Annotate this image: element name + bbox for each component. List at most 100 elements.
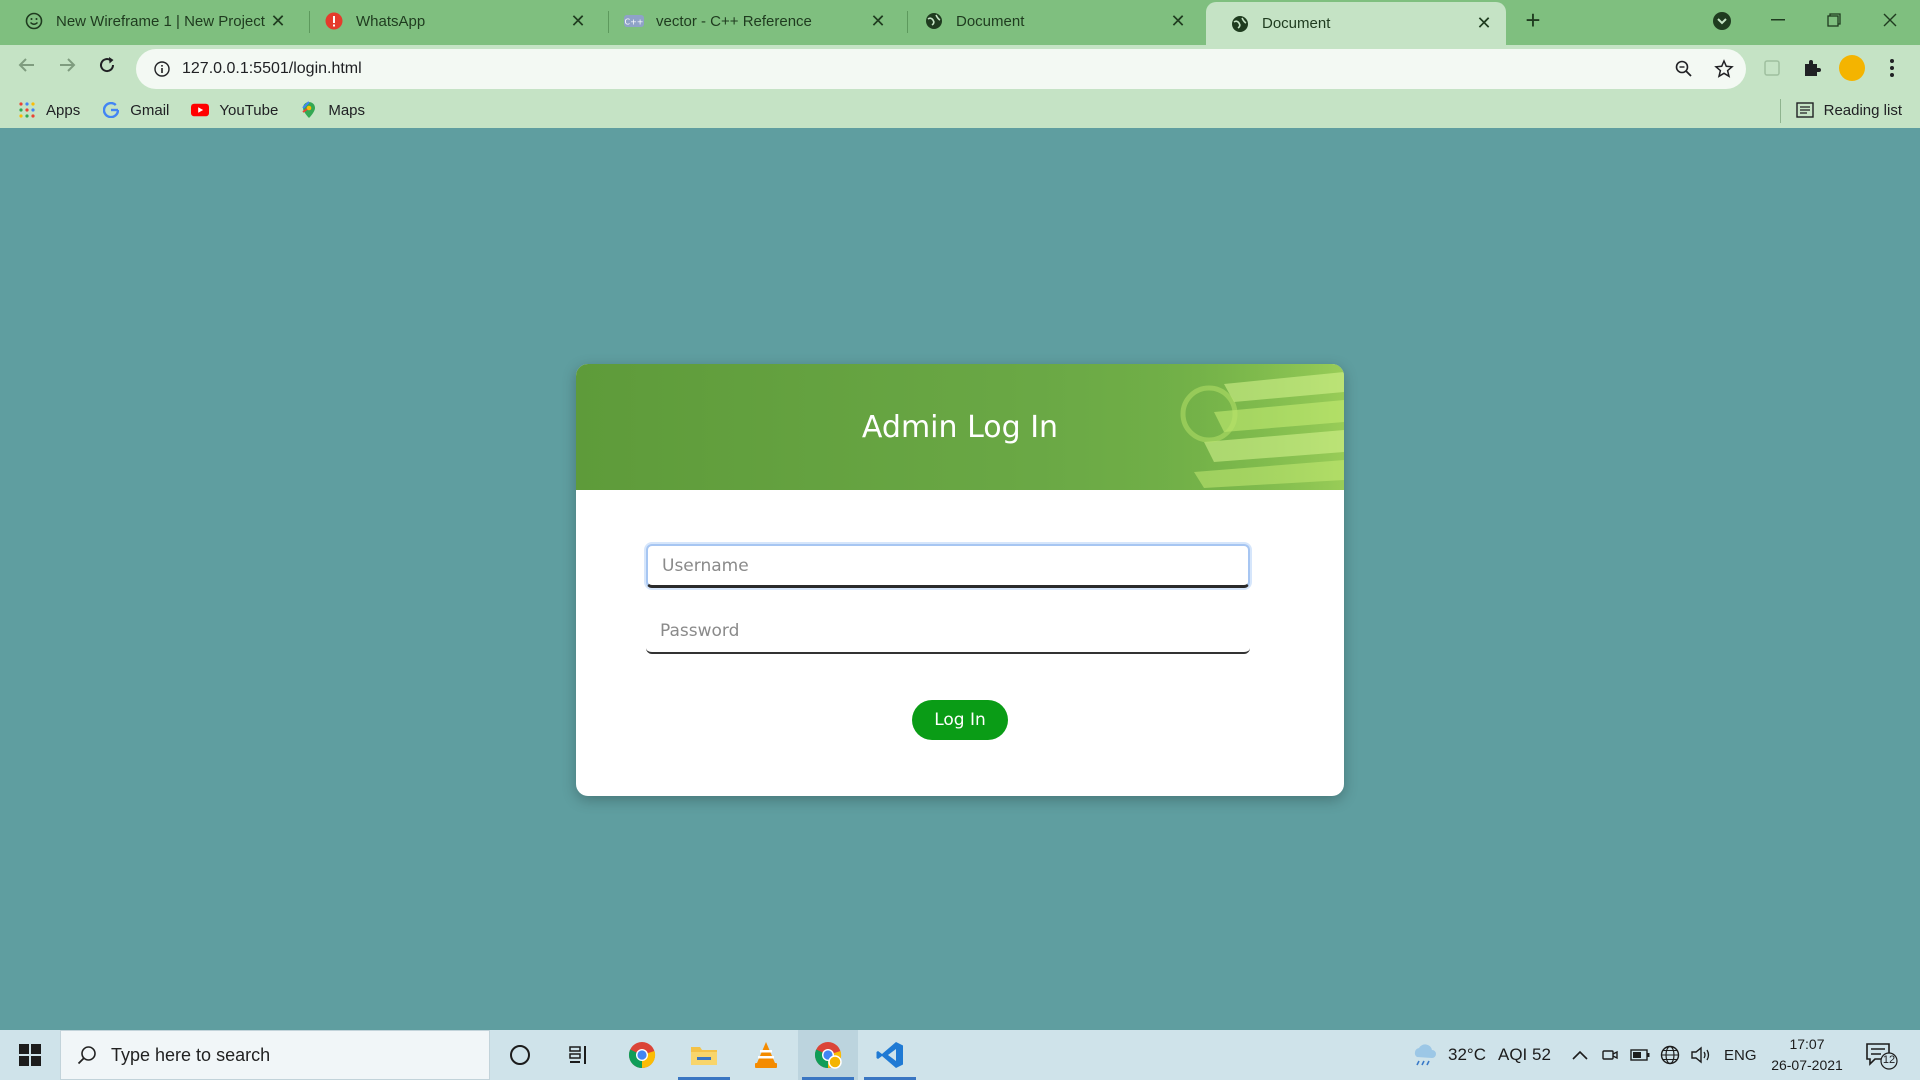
taskbar-clock[interactable]: 17:07 26-07-2021 (1760, 1034, 1854, 1076)
menu-kebab-icon[interactable] (1877, 53, 1907, 83)
chrome-profile-icon (814, 1042, 842, 1069)
camera-icon (1602, 1050, 1618, 1060)
search-icon (77, 1045, 97, 1065)
reading-list-icon (1795, 102, 1814, 118)
back-button[interactable] (10, 48, 44, 82)
notification-center-button[interactable]: 12 (1864, 1040, 1898, 1070)
windows-logo-icon (19, 1044, 41, 1066)
reload-button[interactable] (90, 48, 124, 82)
taskbar-vlc[interactable] (736, 1030, 796, 1080)
clock-date: 26-07-2021 (1771, 1057, 1843, 1073)
login-title: Admin Log In (861, 409, 1059, 445)
language-label: ENG (1724, 1046, 1757, 1064)
restore-button[interactable] (1806, 0, 1862, 40)
notification-count: 12 (1882, 1054, 1896, 1066)
taskbar-search[interactable]: Type here to search (60, 1030, 490, 1080)
folder-icon (691, 1047, 717, 1065)
taskbar-chrome[interactable] (612, 1030, 672, 1080)
tab-search-icon[interactable] (1710, 9, 1734, 33)
taskbar-file-explorer[interactable] (674, 1030, 734, 1080)
globe-network-icon (1660, 1045, 1680, 1065)
password-field[interactable] (646, 610, 1250, 654)
profile-avatar[interactable] (1837, 53, 1867, 83)
close-icon[interactable]: ✕ (1474, 13, 1494, 34)
new-tab-button[interactable]: + (1519, 5, 1547, 35)
windows-taskbar: Type here to search 32°C AQI 52 ENG 17:0… (0, 1030, 1920, 1080)
reading-list-label: Reading list (1823, 101, 1902, 119)
whatsapp-alert-icon (324, 11, 344, 31)
weather-aqi: AQI 52 (1497, 1045, 1551, 1064)
bookmark-star-icon[interactable] (1712, 57, 1736, 81)
weather-temp: 32°C (1448, 1045, 1486, 1064)
bookmarks-bar: Apps Gmail YouTube Maps (0, 93, 1920, 127)
bookmark-label: Maps (328, 101, 366, 119)
cortana-button[interactable] (490, 1030, 550, 1080)
tab-cpp-reference[interactable]: C++ vector - C++ Reference ✕ (600, 0, 900, 42)
login-card: Admin Log In Log In (576, 364, 1344, 796)
vlc-icon (755, 1042, 777, 1068)
cplusplus-icon: C++ (624, 11, 644, 31)
battery-button[interactable] (1630, 1030, 1650, 1080)
page-viewport: Admin Log In Log In (0, 128, 1920, 1030)
youtube-icon (191, 101, 210, 119)
tab-title: New Wireframe 1 | New Project | (56, 12, 268, 30)
bookmark-maps[interactable]: Maps (300, 101, 365, 119)
tab-title: Document (1262, 15, 1331, 32)
username-field[interactable] (646, 544, 1250, 588)
header-decoration (1154, 364, 1344, 490)
globe-icon (924, 11, 944, 31)
tab-title: vector - C++ Reference (656, 12, 812, 30)
start-button[interactable] (0, 1030, 60, 1080)
tab-wireframe[interactable]: New Wireframe 1 | New Project | ✕ (0, 0, 300, 42)
minimize-button[interactable] (1750, 0, 1806, 40)
close-icon[interactable]: ✕ (268, 11, 288, 31)
clock-time: 17:07 (1789, 1036, 1825, 1052)
tab-title: WhatsApp (356, 12, 426, 30)
url-text[interactable]: 127.0.0.1:5501/login.html (182, 60, 362, 78)
globe-icon (1230, 14, 1250, 34)
search-placeholder: Type here to search (111, 1044, 271, 1065)
tab-whatsapp[interactable]: WhatsApp ✕ (300, 0, 600, 42)
extensions-puzzle-icon[interactable] (1797, 53, 1827, 83)
extension-square-icon[interactable] (1757, 53, 1787, 83)
close-icon[interactable]: ✕ (1168, 11, 1188, 31)
task-view-icon (569, 1046, 586, 1064)
close-window-button[interactable] (1862, 0, 1918, 40)
login-button[interactable]: Log In (912, 700, 1008, 740)
volume-button[interactable] (1690, 1030, 1712, 1080)
svg-text:C++: C++ (625, 18, 644, 27)
smiley-icon (24, 11, 44, 31)
reading-list-button[interactable]: Reading list (1795, 93, 1902, 127)
bookmark-label: YouTube (219, 101, 279, 119)
chevron-up-icon (1572, 1050, 1588, 1060)
tab-title: Document (956, 12, 1025, 30)
browser-toolbar: 127.0.0.1:5501/login.html Apps Gmail You… (0, 45, 1920, 130)
bookmark-label: Apps (46, 101, 81, 119)
vscode-icon (876, 1042, 903, 1068)
speaker-icon (1691, 1046, 1710, 1064)
tab-document-active[interactable]: Document ✕ (1206, 2, 1506, 45)
bookmark-youtube[interactable]: YouTube (191, 101, 278, 119)
chrome-icon (628, 1042, 656, 1069)
login-header: Admin Log In (576, 364, 1344, 490)
close-icon[interactable]: ✕ (568, 11, 588, 31)
cortana-icon (510, 1045, 530, 1065)
close-icon[interactable]: ✕ (868, 11, 888, 31)
battery-icon (1630, 1049, 1650, 1061)
tray-overflow-button[interactable] (1572, 1030, 1588, 1080)
bookmark-gmail[interactable]: Gmail (102, 101, 169, 119)
address-bar[interactable]: 127.0.0.1:5501/login.html (136, 49, 1746, 89)
taskbar-chrome-profile[interactable] (798, 1030, 858, 1080)
bookmark-apps[interactable]: Apps (18, 101, 80, 119)
apps-grid-icon (18, 101, 36, 119)
meet-now-button[interactable] (1602, 1030, 1618, 1080)
task-view-button[interactable] (550, 1030, 610, 1080)
language-indicator[interactable]: ENG (1724, 1030, 1757, 1080)
forward-button[interactable] (50, 48, 84, 82)
weather-widget[interactable]: 32°C AQI 52 (1410, 1030, 1551, 1080)
taskbar-vscode[interactable] (860, 1030, 920, 1080)
network-button[interactable] (1660, 1030, 1680, 1080)
zoom-icon[interactable] (1672, 57, 1696, 81)
tab-document-1[interactable]: Document ✕ (900, 0, 1200, 42)
site-info-icon[interactable] (142, 61, 182, 77)
